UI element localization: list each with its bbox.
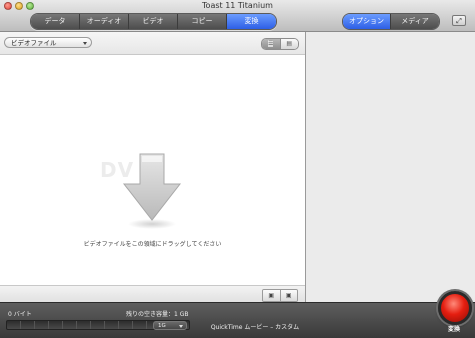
toolbar: Toast 11 Titanium データ オーディオ ビデオ コピー 変換 オ… [0,0,475,32]
grid-view-button[interactable]: ▤ [279,39,298,49]
convert-label: 変換 [447,326,460,333]
tab-data[interactable]: データ [31,14,80,29]
grid-icon: ▤ [286,40,293,47]
panel-footer: ▣ ▣ [0,285,305,303]
convert-button[interactable] [438,291,472,325]
output-format[interactable]: QuickTime ムービー – カスタム [200,322,310,331]
drop-hint: ビデオファイルをこの領域にドラッグしてください [83,241,222,248]
tab-video[interactable]: ビデオ [129,14,178,29]
tab-media[interactable]: メディア [391,14,439,29]
tab-copy[interactable]: コピー [178,14,227,29]
options-drawer [306,32,475,302]
panel-header: ビデオファイル ☰ ▤ [0,32,305,55]
disc-size-select[interactable]: 1G [153,321,187,330]
file-buttons: ▣ ▣ [262,289,298,302]
project-tabs: データ オーディオ ビデオ コピー 変換 [30,13,277,30]
drop-area[interactable]: DV ビデオファイルをこの領域にドラッグしてください [0,55,305,285]
download-arrow-icon [122,150,182,230]
dropdown-value: ビデオファイル [11,39,57,47]
view-mode-toggle: ☰ ▤ [261,38,299,50]
capacity-ticks [7,321,155,329]
tab-convert[interactable]: 変換 [227,14,276,29]
list-view-button[interactable]: ☰ [262,39,280,49]
tab-audio[interactable]: オーディオ [80,14,129,29]
list-icon: ☰ [268,40,274,47]
expand-icon: ⤢ [456,17,462,25]
convert-panel: ビデオファイル ☰ ▤ DV ビデオファイルをこの領域にドラッグしてください ▣… [0,32,306,303]
add-file-button[interactable]: ▣ [263,290,280,301]
source-type-dropdown[interactable]: ビデオファイル [4,37,92,48]
toast-window: Toast 11 Titanium データ オーディオ ビデオ コピー 変換 オ… [0,0,475,338]
remove-file-button[interactable]: ▣ [279,290,297,301]
remove-file-icon: ▣ [285,292,292,299]
expand-window-button[interactable]: ⤢ [452,15,466,26]
drawer-tabs: オプション メディア [342,13,440,30]
window-title: Toast 11 Titanium [202,1,273,10]
download-arrow-svg [122,153,182,229]
chevron-down-icon [83,42,87,45]
free-space: 残りの空き容量：1 GB [126,311,189,318]
status-bar: 0 バイト 残りの空き容量：1 GB 1G QuickTime ムービー – カ… [0,291,475,338]
size-used: 0 バイト [8,311,32,318]
disc-size-value: 1G [158,323,166,329]
add-file-icon: ▣ [268,292,275,299]
tab-options[interactable]: オプション [343,14,391,29]
chevron-down-icon [179,325,183,328]
